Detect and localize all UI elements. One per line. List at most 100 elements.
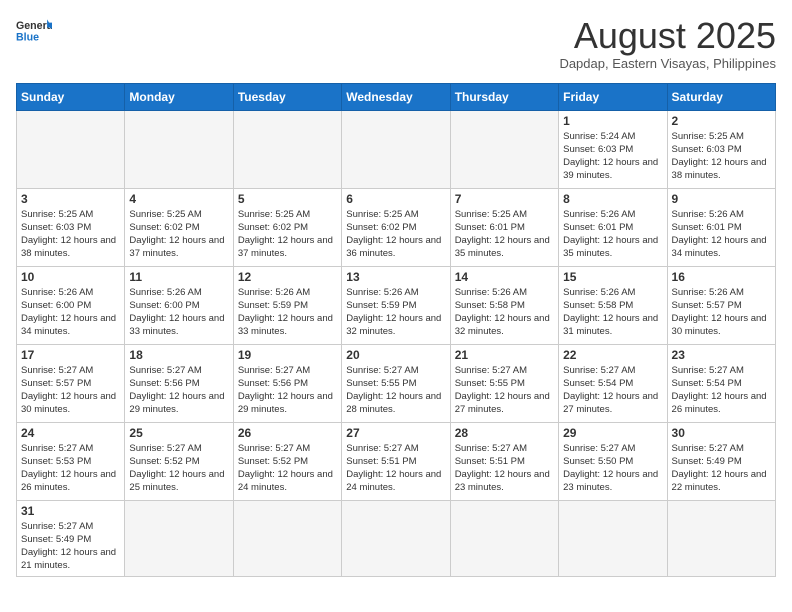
- weekday-header-monday: Monday: [125, 83, 233, 110]
- day-number: 21: [455, 348, 554, 362]
- svg-text:Blue: Blue: [16, 32, 39, 44]
- day-info: Sunrise: 5:26 AM Sunset: 5:57 PM Dayligh…: [672, 286, 771, 339]
- day-info: Sunrise: 5:26 AM Sunset: 6:00 PM Dayligh…: [21, 286, 120, 339]
- day-info: Sunrise: 5:27 AM Sunset: 5:49 PM Dayligh…: [672, 442, 771, 495]
- day-info: Sunrise: 5:27 AM Sunset: 5:50 PM Dayligh…: [563, 442, 662, 495]
- svg-text:General: General: [16, 20, 52, 32]
- calendar-day-cell: 30 Sunrise: 5:27 AM Sunset: 5:49 PM Dayli…: [667, 422, 775, 500]
- day-number: 13: [346, 270, 445, 284]
- day-info: Sunrise: 5:27 AM Sunset: 5:52 PM Dayligh…: [238, 442, 337, 495]
- day-info: Sunrise: 5:27 AM Sunset: 5:52 PM Dayligh…: [129, 442, 228, 495]
- day-number: 20: [346, 348, 445, 362]
- calendar-day-cell: 14Sunrise: 5:26 AM Sunset: 5:58 PM Dayli…: [450, 266, 558, 344]
- logo: General Blue: [16, 16, 52, 44]
- day-info: Sunrise: 5:26 AM Sunset: 5:59 PM Dayligh…: [238, 286, 337, 339]
- day-number: 10: [21, 270, 120, 284]
- calendar-day-cell: [125, 500, 233, 576]
- calendar-week-row: 24 Sunrise: 5:27 AM Sunset: 5:53 PM Dayli…: [17, 422, 776, 500]
- day-number: 3: [21, 192, 120, 206]
- calendar-day-cell: 1Sunrise: 5:24 AM Sunset: 6:03 PM Daylig…: [559, 110, 667, 188]
- calendar-day-cell: [233, 110, 341, 188]
- calendar-day-cell: 28 Sunrise: 5:27 AM Sunset: 5:51 PM Dayli…: [450, 422, 558, 500]
- calendar-day-cell: 13 Sunrise: 5:26 AM Sunset: 5:59 PM Dayli…: [342, 266, 450, 344]
- calendar-day-cell: 5Sunrise: 5:25 AM Sunset: 6:02 PM Daylig…: [233, 188, 341, 266]
- day-info: Sunrise: 5:25 AM Sunset: 6:02 PM Dayligh…: [129, 208, 228, 261]
- day-info: Sunrise: 5:25 AM Sunset: 6:02 PM Dayligh…: [238, 208, 337, 261]
- day-number: 15: [563, 270, 662, 284]
- calendar-day-cell: 10 Sunrise: 5:26 AM Sunset: 6:00 PM Dayli…: [17, 266, 125, 344]
- day-info: Sunrise: 5:27 AM Sunset: 5:51 PM Dayligh…: [455, 442, 554, 495]
- calendar-week-row: 3Sunrise: 5:25 AM Sunset: 6:03 PM Daylig…: [17, 188, 776, 266]
- weekday-header-thursday: Thursday: [450, 83, 558, 110]
- calendar-day-cell: 24 Sunrise: 5:27 AM Sunset: 5:53 PM Dayli…: [17, 422, 125, 500]
- day-info: Sunrise: 5:27 AM Sunset: 5:57 PM Dayligh…: [21, 364, 120, 417]
- calendar-day-cell: 27Sunrise: 5:27 AM Sunset: 5:51 PM Dayli…: [342, 422, 450, 500]
- day-number: 2: [672, 114, 771, 128]
- day-info: Sunrise: 5:27 AM Sunset: 5:56 PM Dayligh…: [129, 364, 228, 417]
- day-number: 29: [563, 426, 662, 440]
- calendar-day-cell: 3Sunrise: 5:25 AM Sunset: 6:03 PM Daylig…: [17, 188, 125, 266]
- calendar-week-row: 31 Sunrise: 5:27 AM Sunset: 5:49 PM Dayli…: [17, 500, 776, 576]
- calendar-day-cell: 29 Sunrise: 5:27 AM Sunset: 5:50 PM Dayli…: [559, 422, 667, 500]
- day-info: Sunrise: 5:25 AM Sunset: 6:02 PM Dayligh…: [346, 208, 445, 261]
- day-info: Sunrise: 5:27 AM Sunset: 5:55 PM Dayligh…: [455, 364, 554, 417]
- calendar-day-cell: 7 Sunrise: 5:25 AM Sunset: 6:01 PM Daylig…: [450, 188, 558, 266]
- calendar-day-cell: 31 Sunrise: 5:27 AM Sunset: 5:49 PM Dayli…: [17, 500, 125, 576]
- page-header: General Blue August 2025 Dapdap, Eastern…: [16, 16, 776, 71]
- calendar-day-cell: [125, 110, 233, 188]
- day-number: 4: [129, 192, 228, 206]
- day-info: Sunrise: 5:27 AM Sunset: 5:54 PM Dayligh…: [672, 364, 771, 417]
- day-number: 9: [672, 192, 771, 206]
- calendar-day-cell: 18Sunrise: 5:27 AM Sunset: 5:56 PM Dayli…: [125, 344, 233, 422]
- calendar-day-cell: 8Sunrise: 5:26 AM Sunset: 6:01 PM Daylig…: [559, 188, 667, 266]
- calendar-day-cell: 16 Sunrise: 5:26 AM Sunset: 5:57 PM Dayli…: [667, 266, 775, 344]
- calendar-day-cell: 17Sunrise: 5:27 AM Sunset: 5:57 PM Dayli…: [17, 344, 125, 422]
- calendar-day-cell: 4 Sunrise: 5:25 AM Sunset: 6:02 PM Daylig…: [125, 188, 233, 266]
- day-number: 7: [455, 192, 554, 206]
- weekday-header-sunday: Sunday: [17, 83, 125, 110]
- calendar-day-cell: 2Sunrise: 5:25 AM Sunset: 6:03 PM Daylig…: [667, 110, 775, 188]
- day-info: Sunrise: 5:25 AM Sunset: 6:01 PM Dayligh…: [455, 208, 554, 261]
- day-number: 24: [21, 426, 120, 440]
- logo-icon: General Blue: [16, 16, 52, 44]
- calendar-week-row: 17Sunrise: 5:27 AM Sunset: 5:57 PM Dayli…: [17, 344, 776, 422]
- calendar-day-cell: 11 Sunrise: 5:26 AM Sunset: 6:00 PM Dayli…: [125, 266, 233, 344]
- weekday-header-wednesday: Wednesday: [342, 83, 450, 110]
- day-info: Sunrise: 5:27 AM Sunset: 5:55 PM Dayligh…: [346, 364, 445, 417]
- day-info: Sunrise: 5:26 AM Sunset: 6:01 PM Dayligh…: [672, 208, 771, 261]
- calendar-day-cell: 19 Sunrise: 5:27 AM Sunset: 5:56 PM Dayli…: [233, 344, 341, 422]
- day-number: 25: [129, 426, 228, 440]
- calendar-header-row: SundayMondayTuesdayWednesdayThursdayFrid…: [17, 83, 776, 110]
- calendar-day-cell: [450, 110, 558, 188]
- day-info: Sunrise: 5:26 AM Sunset: 6:00 PM Dayligh…: [129, 286, 228, 339]
- calendar-day-cell: [342, 500, 450, 576]
- calendar-day-cell: 12Sunrise: 5:26 AM Sunset: 5:59 PM Dayli…: [233, 266, 341, 344]
- calendar-day-cell: [667, 500, 775, 576]
- location-subtitle: Dapdap, Eastern Visayas, Philippines: [559, 56, 776, 71]
- calendar-day-cell: [559, 500, 667, 576]
- day-number: 6: [346, 192, 445, 206]
- calendar-table: SundayMondayTuesdayWednesdayThursdayFrid…: [16, 83, 776, 577]
- calendar-day-cell: 15Sunrise: 5:26 AM Sunset: 5:58 PM Dayli…: [559, 266, 667, 344]
- day-info: Sunrise: 5:27 AM Sunset: 5:49 PM Dayligh…: [21, 520, 120, 573]
- day-number: 28: [455, 426, 554, 440]
- calendar-week-row: 1Sunrise: 5:24 AM Sunset: 6:03 PM Daylig…: [17, 110, 776, 188]
- day-info: Sunrise: 5:26 AM Sunset: 5:59 PM Dayligh…: [346, 286, 445, 339]
- day-info: Sunrise: 5:26 AM Sunset: 5:58 PM Dayligh…: [455, 286, 554, 339]
- day-number: 31: [21, 504, 120, 518]
- weekday-header-friday: Friday: [559, 83, 667, 110]
- calendar-day-cell: 20 Sunrise: 5:27 AM Sunset: 5:55 PM Dayli…: [342, 344, 450, 422]
- calendar-day-cell: [17, 110, 125, 188]
- day-number: 22: [563, 348, 662, 362]
- day-number: 11: [129, 270, 228, 284]
- weekday-header-saturday: Saturday: [667, 83, 775, 110]
- day-number: 19: [238, 348, 337, 362]
- day-number: 30: [672, 426, 771, 440]
- day-number: 16: [672, 270, 771, 284]
- day-info: Sunrise: 5:24 AM Sunset: 6:03 PM Dayligh…: [563, 130, 662, 183]
- day-info: Sunrise: 5:27 AM Sunset: 5:54 PM Dayligh…: [563, 364, 662, 417]
- day-number: 8: [563, 192, 662, 206]
- day-info: Sunrise: 5:27 AM Sunset: 5:53 PM Dayligh…: [21, 442, 120, 495]
- calendar-day-cell: 23Sunrise: 5:27 AM Sunset: 5:54 PM Dayli…: [667, 344, 775, 422]
- day-info: Sunrise: 5:27 AM Sunset: 5:56 PM Dayligh…: [238, 364, 337, 417]
